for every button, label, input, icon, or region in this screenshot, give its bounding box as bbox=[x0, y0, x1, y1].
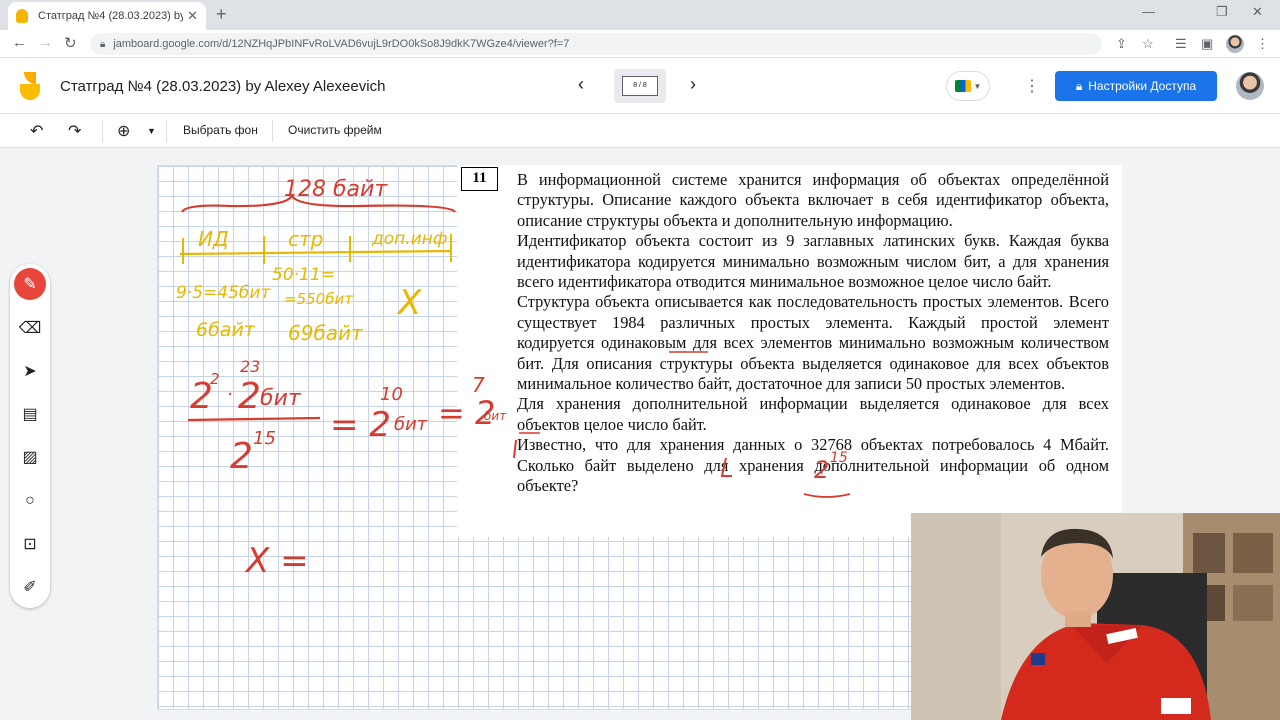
shape-circle-icon[interactable]: ○ bbox=[14, 485, 46, 517]
select-pointer-icon[interactable]: ➤ bbox=[14, 355, 46, 387]
address-bar-row: ← → ↻ 🔒︎ jamboard.google.com/d/12NZHqJPb… bbox=[0, 30, 1280, 58]
laser-pointer-icon[interactable]: ✐ bbox=[14, 571, 46, 603]
problem-paragraph: Для хранения дополнительной информации в… bbox=[517, 394, 1109, 434]
problem-text: В информационной системе хранится информ… bbox=[517, 170, 1109, 497]
toolbar-divider bbox=[272, 120, 273, 142]
problem-paragraph: Идентификатор объекта состоит из 9 загла… bbox=[517, 231, 1109, 292]
share-page-icon[interactable]: ⇪ bbox=[1116, 36, 1127, 52]
eraser-tool-icon[interactable]: ⌫ bbox=[14, 312, 46, 344]
add-image-icon[interactable]: ▨ bbox=[14, 441, 46, 473]
meet-button[interactable]: ▼ bbox=[946, 71, 990, 101]
presenter-video-image bbox=[911, 513, 1280, 720]
previous-frame-icon[interactable]: ‹ bbox=[578, 74, 584, 95]
zoom-dropdown-icon[interactable]: ▼ bbox=[147, 126, 156, 136]
undo-icon[interactable]: ↶ bbox=[30, 121, 43, 141]
browser-tab[interactable]: Статград №4 (28.03.2023) by Ale ✕ bbox=[8, 2, 206, 30]
window-close-icon[interactable]: ✕ bbox=[1252, 4, 1263, 20]
frame-indicator: 8 / 8 bbox=[622, 76, 658, 96]
share-button-label: Настройки Доступа bbox=[1088, 79, 1197, 93]
close-tab-icon[interactable]: ✕ bbox=[187, 8, 198, 24]
next-frame-icon[interactable]: › bbox=[690, 74, 696, 95]
browser-tab-title: Статград №4 (28.03.2023) by Ale bbox=[38, 10, 184, 22]
browser-menu-icon[interactable]: ⋮ bbox=[1256, 36, 1269, 52]
sticky-note-icon[interactable]: ▤ bbox=[14, 398, 46, 430]
url-text: jamboard.google.com/d/12NZHqJPbINFvRoLVA… bbox=[113, 38, 570, 50]
app-header: Статград №4 (28.03.2023) by Alexey Alexe… bbox=[0, 58, 1280, 114]
webcam-video bbox=[911, 513, 1280, 720]
bookmark-star-icon[interactable]: ☆ bbox=[1142, 36, 1154, 52]
frame-bar-button[interactable]: 8 / 8 bbox=[614, 69, 666, 103]
clear-frame-button[interactable]: Очистить фрейм bbox=[288, 123, 382, 137]
share-settings-button[interactable]: 🔒︎ Настройки Доступа bbox=[1055, 71, 1217, 101]
url-field[interactable]: 🔒︎ jamboard.google.com/d/12NZHqJPbINFvRo… bbox=[90, 33, 1102, 55]
problem-paragraph: В информационной системе хранится информ… bbox=[517, 170, 1109, 230]
problem-number: 11 bbox=[461, 167, 498, 191]
restore-icon[interactable]: ❐ bbox=[1216, 4, 1228, 20]
editor-toolbar: ↶ ↷ ⊕ ▼ Выбрать фон Очистить фрейм bbox=[0, 114, 1280, 148]
tool-rail: ✎ ⌫ ➤ ▤ ▨ ○ ⊡ ✐ bbox=[10, 264, 50, 608]
side-panel-icon[interactable]: ▣ bbox=[1201, 36, 1213, 52]
toolbar-divider bbox=[166, 120, 167, 142]
chevron-down-icon: ▼ bbox=[973, 81, 982, 91]
pen-tool-icon[interactable]: ✎ bbox=[14, 268, 46, 300]
toolbar-divider bbox=[102, 120, 103, 142]
redo-icon[interactable]: ↷ bbox=[68, 121, 81, 141]
lock-icon: 🔒︎ bbox=[1075, 78, 1083, 93]
reload-icon[interactable]: ↻ bbox=[64, 34, 77, 52]
lock-icon: 🔒︎ bbox=[100, 38, 106, 50]
back-icon[interactable]: ← bbox=[12, 34, 27, 51]
jamboard-favicon-icon bbox=[16, 9, 28, 23]
browser-tab-bar: Статград №4 (28.03.2023) by Ale ✕ + — ❐ … bbox=[0, 0, 1280, 30]
minimize-icon[interactable]: — bbox=[1142, 4, 1155, 19]
browser-profile-avatar[interactable] bbox=[1226, 35, 1244, 53]
new-tab-icon[interactable]: + bbox=[216, 4, 227, 25]
text-box-icon[interactable]: ⊡ bbox=[14, 528, 46, 560]
zoom-icon[interactable]: ⊕ bbox=[117, 121, 130, 141]
document-title[interactable]: Статград №4 (28.03.2023) by Alexey Alexe… bbox=[60, 78, 385, 95]
reading-list-icon[interactable]: ☰ bbox=[1175, 36, 1187, 52]
account-avatar[interactable] bbox=[1236, 72, 1264, 100]
more-options-icon[interactable]: ⋮ bbox=[1024, 76, 1040, 96]
set-background-button[interactable]: Выбрать фон bbox=[183, 123, 258, 137]
forward-icon[interactable]: → bbox=[38, 34, 53, 51]
jamboard-logo-icon[interactable] bbox=[20, 72, 40, 100]
problem-paragraph: Известно, что для хранения данных о 3276… bbox=[517, 435, 1109, 496]
meet-camera-icon bbox=[954, 80, 971, 92]
problem-paragraph: Структура объекта описывается как послед… bbox=[517, 292, 1109, 394]
